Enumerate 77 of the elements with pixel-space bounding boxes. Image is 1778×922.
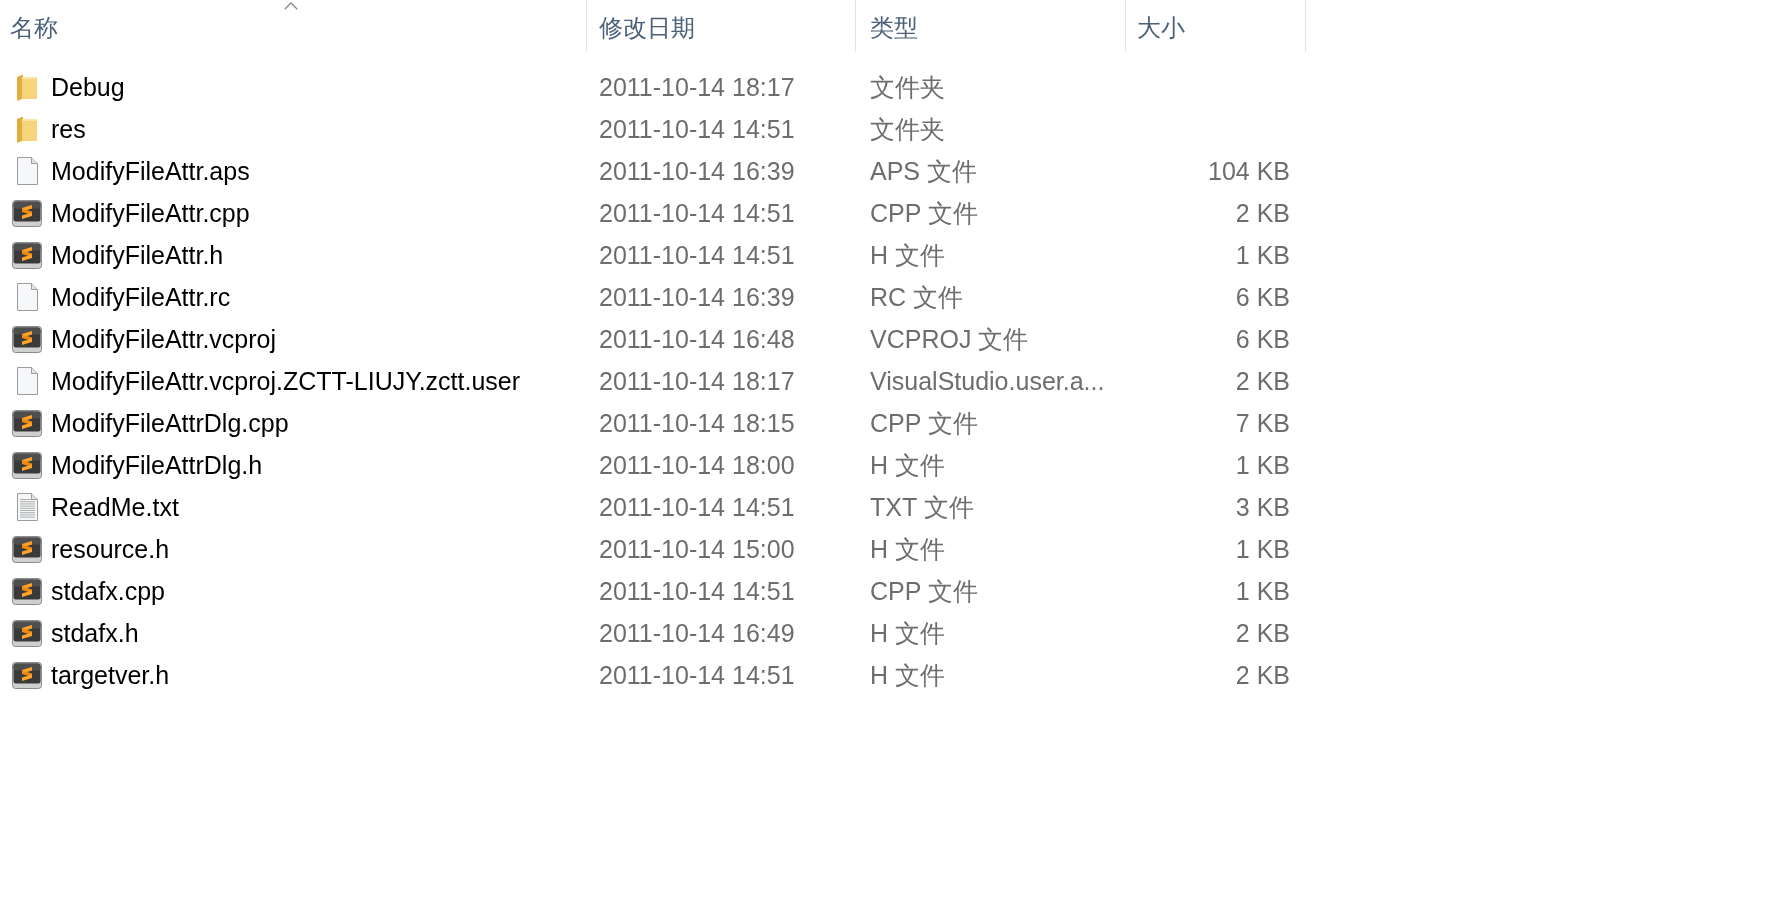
file-type: VisualStudio.user.a...	[870, 366, 1105, 396]
modified-date: 2011-10-14 18:15	[599, 408, 795, 438]
column-header[interactable]: 名称	[0, 0, 587, 52]
blank-file-icon	[16, 367, 38, 395]
file-type: H 文件	[870, 617, 945, 649]
file-name[interactable]: Debug	[51, 72, 125, 102]
file-size: 2 KB	[1235, 198, 1290, 228]
file-type: H 文件	[870, 533, 945, 565]
file-size: 6 KB	[1235, 282, 1290, 312]
logo-file-icon	[12, 577, 42, 605]
file-type: CPP 文件	[870, 197, 978, 229]
file-size: 2 KB	[1235, 660, 1290, 690]
file-name[interactable]: ModifyFileAttr.h	[51, 240, 224, 270]
file-size: 2 KB	[1235, 618, 1290, 648]
file-type: H 文件	[870, 659, 945, 691]
file-type: CPP 文件	[870, 575, 978, 607]
modified-date: 2011-10-14 16:39	[599, 282, 795, 312]
file-name[interactable]: stdafx.h	[51, 618, 139, 648]
file-type: 文件夹	[870, 113, 945, 145]
modified-date: 2011-10-14 18:00	[599, 450, 795, 480]
folder-icon	[17, 73, 37, 101]
file-type: TXT 文件	[870, 491, 974, 523]
logo-file-icon	[12, 409, 42, 437]
modified-date: 2011-10-14 14:51	[599, 114, 795, 144]
modified-date: 2011-10-14 16:39	[599, 156, 795, 186]
column-header[interactable]: 大小	[1126, 0, 1306, 52]
file-size: 2 KB	[1235, 366, 1290, 396]
file-type: APS 文件	[870, 155, 977, 187]
modified-date: 2011-10-14 14:51	[599, 660, 795, 690]
file-type: VCPROJ 文件	[870, 323, 1029, 355]
column-header[interactable]: 类型	[856, 0, 1126, 52]
file-name[interactable]: stdafx.cpp	[51, 576, 165, 606]
modified-date: 2011-10-14 14:51	[599, 240, 795, 270]
file-size: 1 KB	[1235, 534, 1290, 564]
logo-file-icon	[12, 325, 42, 353]
file-size: 7 KB	[1235, 408, 1290, 438]
logo-file-icon	[12, 619, 42, 647]
modified-date: 2011-10-14 16:48	[599, 324, 795, 354]
blank-file-icon	[16, 157, 38, 185]
file-name[interactable]: ModifyFileAttr.rc	[51, 282, 231, 312]
logo-file-icon	[12, 661, 42, 689]
column-header[interactable]: 修改日期	[587, 0, 856, 52]
modified-date: 2011-10-14 16:49	[599, 618, 795, 648]
file-size: 1 KB	[1235, 450, 1290, 480]
file-name[interactable]: resource.h	[51, 534, 170, 564]
file-type: 文件夹	[870, 71, 945, 103]
file-type: CPP 文件	[870, 407, 978, 439]
modified-date: 2011-10-14 14:51	[599, 492, 795, 522]
logo-file-icon	[12, 535, 42, 563]
file-name[interactable]: ModifyFileAttr.vcproj	[51, 324, 277, 354]
text-file-icon	[16, 493, 38, 521]
file-name[interactable]: ModifyFileAttr.vcproj.ZCTT-LIUJY.zctt.user	[51, 366, 521, 396]
file-name[interactable]: res	[51, 114, 86, 144]
file-name[interactable]: targetver.h	[51, 660, 170, 690]
file-name[interactable]: ModifyFileAttr.cpp	[51, 198, 250, 228]
logo-file-icon	[12, 451, 42, 479]
file-size: 104 KB	[1208, 156, 1290, 186]
folder-icon	[17, 115, 37, 143]
file-type: H 文件	[870, 239, 945, 271]
file-name[interactable]: ModifyFileAttrDlg.cpp	[51, 408, 289, 438]
file-type: H 文件	[870, 449, 945, 481]
modified-date: 2011-10-14 14:51	[599, 576, 795, 606]
file-size: 1 KB	[1235, 576, 1290, 606]
logo-file-icon	[12, 241, 42, 269]
modified-date: 2011-10-14 18:17	[599, 72, 795, 102]
logo-file-icon	[12, 199, 42, 227]
modified-date: 2011-10-14 18:17	[599, 366, 795, 396]
file-name[interactable]: ModifyFileAttrDlg.h	[51, 450, 263, 480]
blank-file-icon	[16, 283, 38, 311]
file-name[interactable]: ModifyFileAttr.aps	[51, 156, 250, 186]
modified-date: 2011-10-14 14:51	[599, 198, 795, 228]
file-type: RC 文件	[870, 281, 964, 313]
file-name[interactable]: ReadMe.txt	[51, 492, 179, 522]
file-size: 3 KB	[1235, 492, 1290, 522]
modified-date: 2011-10-14 15:00	[599, 534, 795, 564]
file-size: 1 KB	[1235, 240, 1290, 270]
file-size: 6 KB	[1235, 324, 1290, 354]
